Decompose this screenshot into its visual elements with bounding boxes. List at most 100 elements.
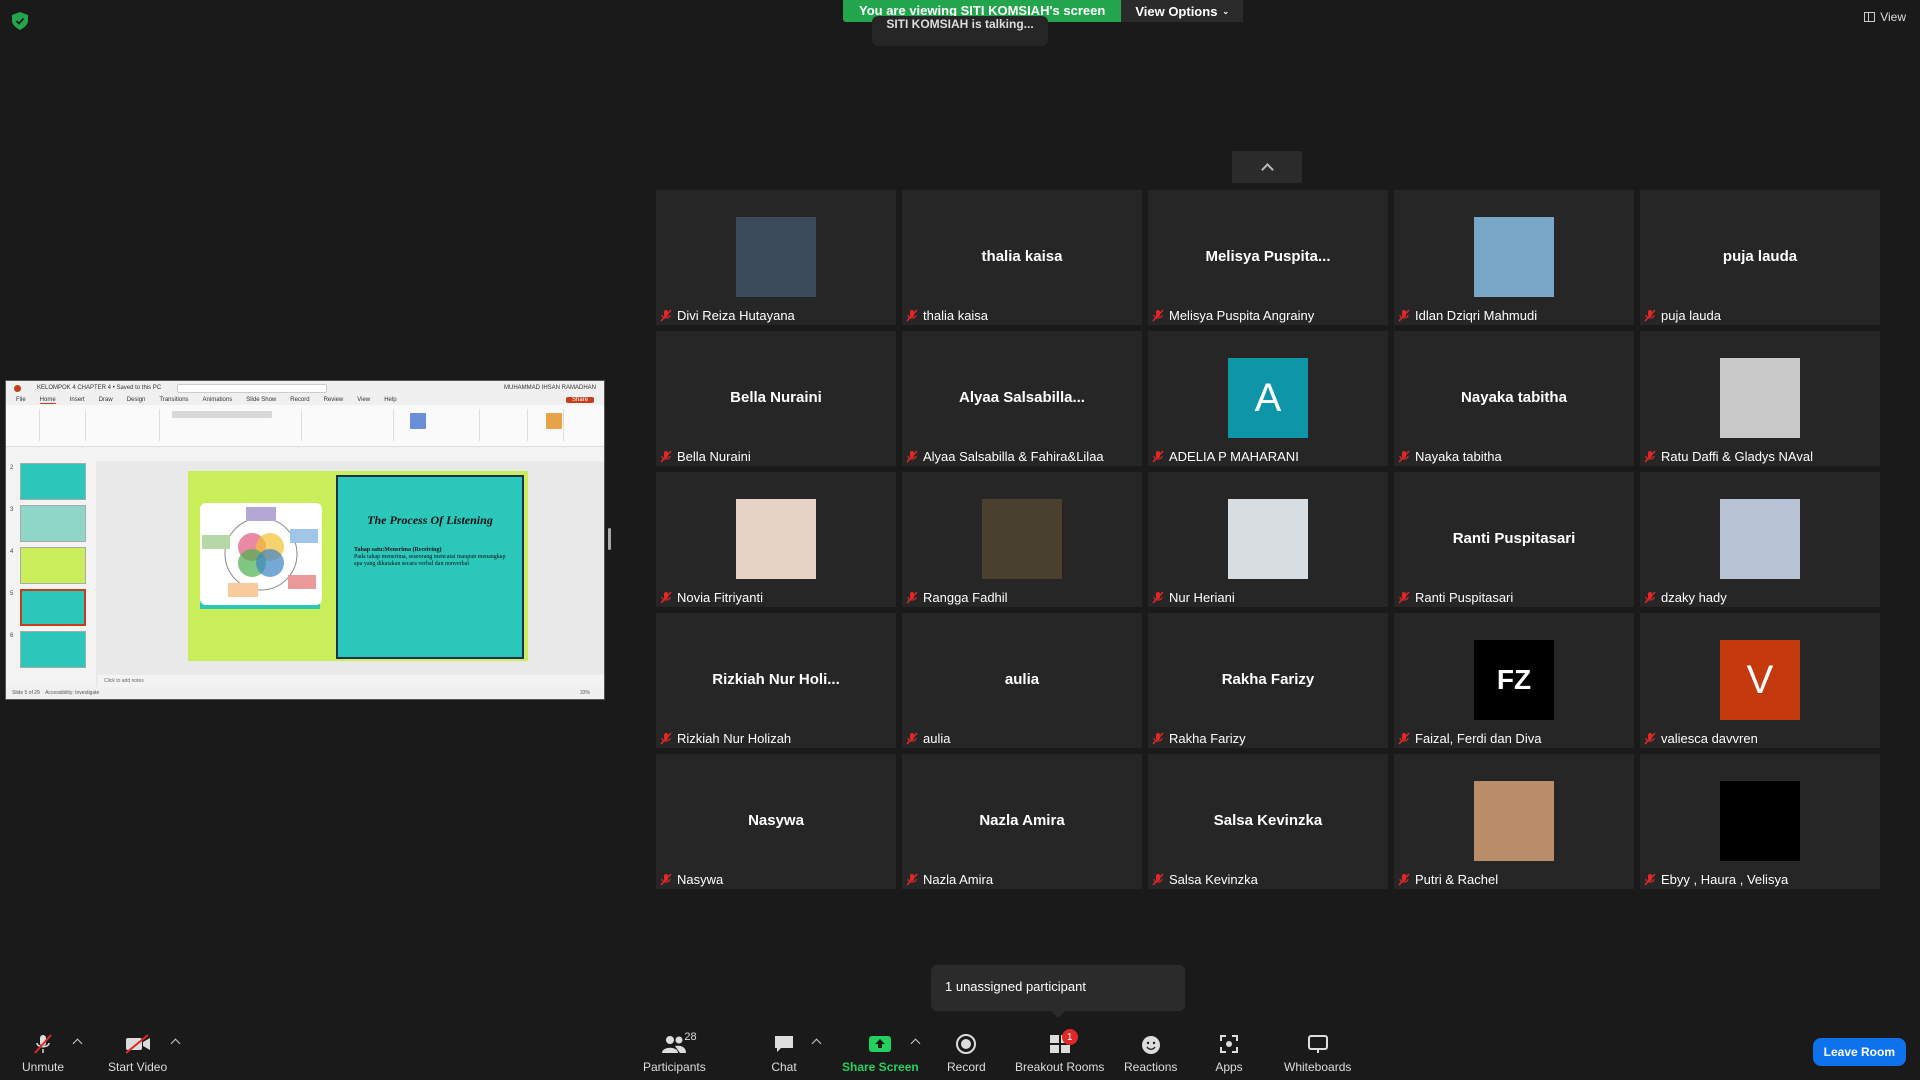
share-screen-icon <box>866 1033 894 1055</box>
participant-caption: Rakha Farizy <box>1152 731 1246 746</box>
unassigned-participant-popup[interactable]: 1 unassigned participant <box>931 965 1185 1018</box>
participant-tile[interactable]: Salsa Kevinzka Salsa Kevinzka <box>1148 754 1388 889</box>
ppt-workspace: 2 3 4 5 6 The Process Of Listening Tahap… <box>6 461 604 687</box>
chat-button[interactable]: Chat <box>770 1033 798 1074</box>
participant-name: Salsa Kevinzka <box>1169 872 1258 887</box>
share-screen-button[interactable]: Share Screen <box>842 1033 919 1074</box>
breakout-rooms-button[interactable]: 1 Breakout Rooms <box>1015 1029 1105 1074</box>
participant-tile[interactable]: Ranti Puspitasari Ranti Puspitasari <box>1394 472 1634 607</box>
participant-tile[interactable]: Nazla Amira Nazla Amira <box>902 754 1142 889</box>
reactions-button[interactable]: Reactions <box>1124 1033 1177 1074</box>
participant-avatar-photo <box>1720 358 1800 438</box>
talking-indicator: SITI KOMSIAH is talking... <box>872 16 1048 46</box>
breakout-rooms-icon: 1 <box>1046 1029 1078 1055</box>
slide-thumbnail <box>20 547 86 584</box>
chat-options-caret-icon[interactable] <box>811 1038 822 1049</box>
slide-thumbnail-selected <box>20 589 86 626</box>
video-off-icon <box>124 1033 152 1055</box>
participant-tile[interactable]: Melisya Puspita... Melisya Puspita Angrai… <box>1148 190 1388 325</box>
mic-muted-icon <box>1644 450 1656 463</box>
mic-muted-icon <box>906 450 918 463</box>
participants-icon: 28 <box>660 1031 697 1055</box>
gallery-previous-page-button[interactable] <box>1232 151 1302 183</box>
participant-tile[interactable]: Alyaa Salsabilla... Alyaa Salsabilla & Fa… <box>902 331 1142 466</box>
thumb-number: 6 <box>10 633 14 639</box>
participant-caption: Alyaa Salsabilla & Fahira&Lilaa <box>906 449 1104 464</box>
chat-icon <box>770 1033 798 1055</box>
ppt-menu-bar: File Home Insert Draw Design Transitions… <box>6 395 604 405</box>
participant-tile[interactable]: Rizkiah Nur Holi... Rizkiah Nur Holizah <box>656 613 896 748</box>
participant-caption: Nazla Amira <box>906 872 993 887</box>
whiteboards-button[interactable]: Whiteboards <box>1284 1033 1351 1074</box>
meeting-toolbar: Unmute Start Video 28 Participants Chat <box>0 1018 1920 1080</box>
participant-tile[interactable]: Rangga Fadhil <box>902 472 1142 607</box>
apps-button[interactable]: Apps <box>1215 1033 1243 1074</box>
slide-title: The Process Of Listening <box>367 513 493 527</box>
slide-count: Slide 5 of 29 <box>12 690 40 696</box>
slide-text-panel: The Process Of Listening Tahap satu:Mene… <box>336 475 524 659</box>
breakout-rooms-label: Breakout Rooms <box>1015 1060 1105 1074</box>
participant-name: Alyaa Salsabilla & Fahira&Lilaa <box>923 449 1104 464</box>
ppt-ribbon <box>6 405 604 447</box>
participant-tile[interactable]: Novia Fitriyanti <box>656 472 896 607</box>
participant-caption: Idlan Dziqri Mahmudi <box>1398 308 1537 323</box>
participant-name: Novia Fitriyanti <box>677 590 763 605</box>
audio-options-caret-icon[interactable] <box>72 1038 83 1049</box>
participant-tile[interactable]: Bella Nuraini Bella Nuraini <box>656 331 896 466</box>
participant-gallery: Divi Reiza Hutayana thalia kaisa thalia ka… <box>656 190 1880 889</box>
participant-tile[interactable]: puja lauda puja lauda <box>1640 190 1880 325</box>
powerpoint-logo-icon <box>14 384 21 392</box>
ppt-menu-item: Design <box>126 397 146 403</box>
participant-tile[interactable]: FZ Faizal, Ferdi dan Diva <box>1394 613 1634 748</box>
designer-icon <box>546 413 562 429</box>
participant-tile[interactable]: Nur Heriani <box>1148 472 1388 607</box>
participant-tile[interactable]: Rakha Farizy Rakha Farizy <box>1148 613 1388 748</box>
thumb-number: 2 <box>10 465 14 471</box>
ribbon-group <box>88 409 160 441</box>
participant-tile[interactable]: A ADELIA P MAHARANI <box>1148 331 1388 466</box>
ppt-status-bar: Slide 5 of 29 Accessibility: Investigate… <box>6 687 604 699</box>
participant-caption: Nasywa <box>660 872 723 887</box>
participant-tile[interactable]: dzaky hady <box>1640 472 1880 607</box>
participant-tile[interactable]: thalia kaisa thalia kaisa <box>902 190 1142 325</box>
chevron-down-icon: ⌄ <box>1222 6 1230 16</box>
mic-muted-icon <box>1152 450 1164 463</box>
record-button[interactable]: Record <box>947 1033 986 1074</box>
avatar-letter: A <box>1254 375 1282 420</box>
view-options-button[interactable]: View Options ⌄ <box>1121 0 1244 22</box>
mic-muted-icon <box>906 591 918 604</box>
start-video-button[interactable]: Start Video <box>108 1033 167 1074</box>
participant-tile[interactable]: Vvaliesca davvren <box>1640 613 1880 748</box>
view-button[interactable]: View <box>1864 10 1906 24</box>
resize-handle[interactable] <box>608 528 611 550</box>
start-video-label: Start Video <box>108 1060 168 1074</box>
participant-caption: Divi Reiza Hutayana <box>660 308 795 323</box>
current-slide: The Process Of Listening Tahap satu:Mene… <box>188 471 528 661</box>
participant-name: Melisya Puspita Angrainy <box>1169 308 1315 323</box>
view-options-label: View Options <box>1135 3 1218 19</box>
participant-tile[interactable]: Divi Reiza Hutayana <box>656 190 896 325</box>
video-options-caret-icon[interactable] <box>170 1038 181 1049</box>
participant-tile[interactable]: Nasywa Nasywa <box>656 754 896 889</box>
leave-room-button[interactable]: Leave Room <box>1812 1038 1906 1066</box>
participant-name: puja lauda <box>1661 308 1721 323</box>
participant-caption: Nur Heriani <box>1152 590 1235 605</box>
ppt-menu-item: Transitions <box>159 397 189 403</box>
participant-tile[interactable]: Putri & Rachel <box>1394 754 1634 889</box>
unassigned-text: 1 unassigned participant <box>945 979 1086 994</box>
participant-tile[interactable]: Idlan Dziqri Mahmudi <box>1394 190 1634 325</box>
slide-body: Tahap satu:Menerima (Receiving) Pada tah… <box>354 547 508 569</box>
unmute-label: Unmute <box>22 1060 65 1074</box>
participant-tile[interactable]: Nayaka tabitha Nayaka tabitha <box>1394 331 1634 466</box>
unmute-button[interactable]: Unmute <box>22 1033 64 1074</box>
participant-tile[interactable]: Ebyy , Haura , Velisya <box>1640 754 1880 889</box>
participant-caption: Ranti Puspitasari <box>1398 590 1513 605</box>
participant-caption: Faizal, Ferdi dan Diva <box>1398 731 1541 746</box>
ppt-search-box <box>177 383 328 393</box>
encryption-shield-icon[interactable] <box>12 12 28 30</box>
participant-name: Idlan Dziqri Mahmudi <box>1415 308 1538 323</box>
participant-tile[interactable]: aulia aulia <box>902 613 1142 748</box>
shared-screen[interactable]: KELOMPOK 4 CHAPTER 4 • Saved to this PC … <box>5 380 605 700</box>
participant-tile[interactable]: Ratu Daffi & Gladys NAval <box>1640 331 1880 466</box>
participants-button[interactable]: 28 Participants <box>643 1031 706 1074</box>
